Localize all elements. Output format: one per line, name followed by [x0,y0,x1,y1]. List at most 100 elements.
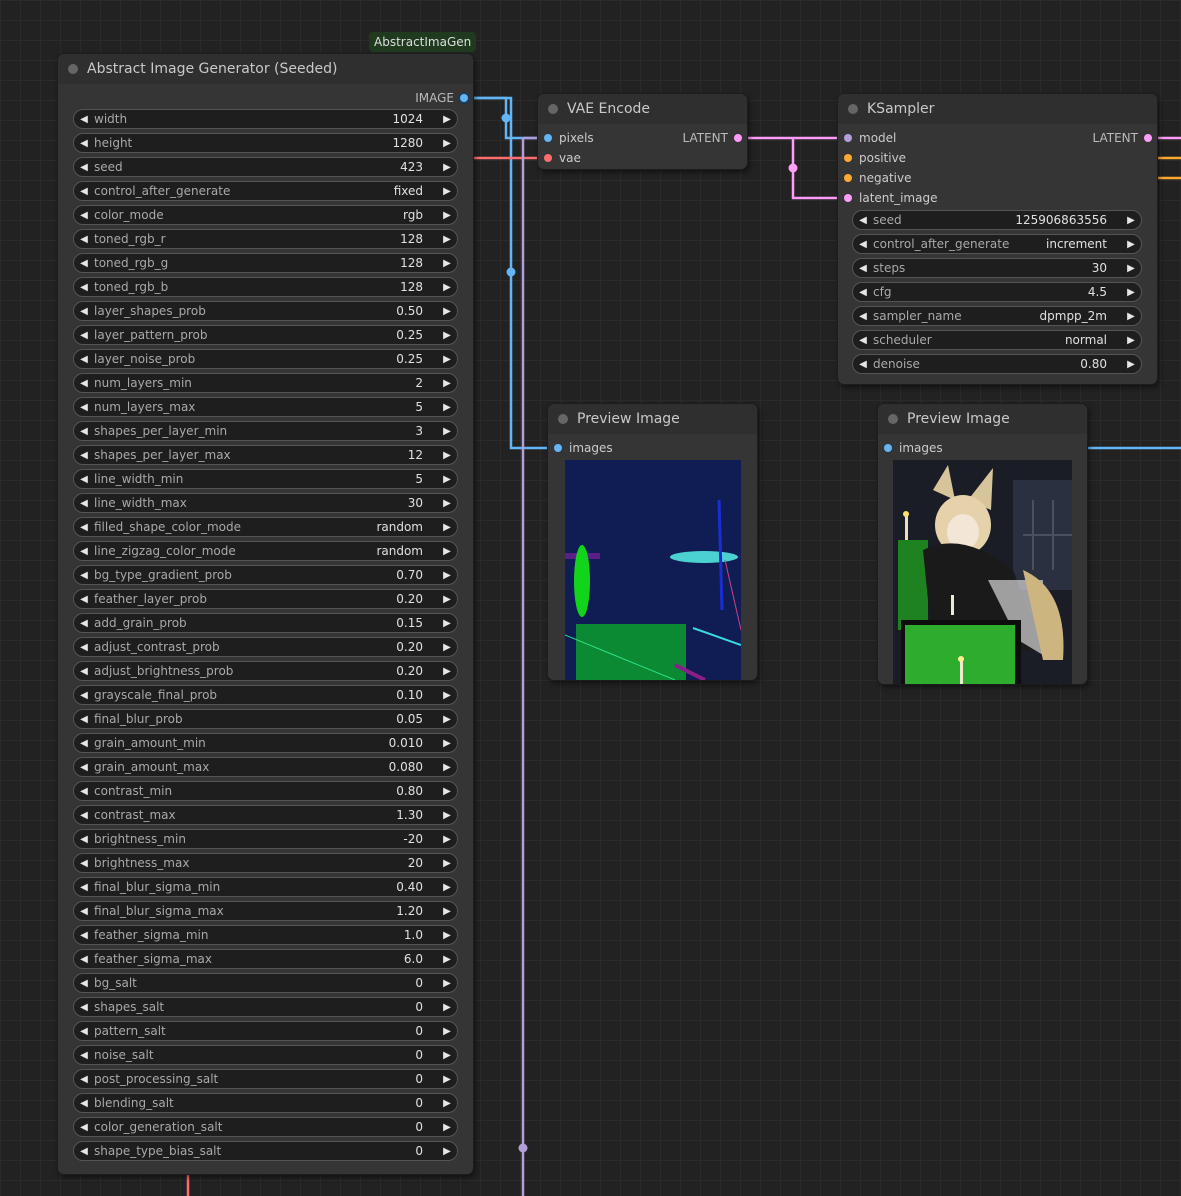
increment-arrow-icon[interactable]: ▶ [437,162,457,173]
widget-control-after-generate[interactable]: ◀ control_after_generate fixed ▶ [73,181,458,201]
widget-grain-amount-min[interactable]: ◀ grain_amount_min 0.010 ▶ [73,733,458,753]
increment-arrow-icon[interactable]: ▶ [437,210,457,221]
increment-arrow-icon[interactable]: ▶ [437,738,457,749]
negative-input-dot-icon[interactable] [844,174,852,182]
decrement-arrow-icon[interactable]: ◀ [74,906,94,917]
widget-value[interactable]: 0.25 [396,328,437,342]
widget-value[interactable]: 128 [400,232,437,246]
increment-arrow-icon[interactable]: ▶ [437,1026,457,1037]
ksampler-node[interactable]: KSampler model positive negative latent_ima… [838,94,1157,384]
increment-arrow-icon[interactable]: ▶ [437,474,457,485]
decrement-arrow-icon[interactable]: ◀ [74,642,94,653]
increment-arrow-icon[interactable]: ▶ [437,258,457,269]
widget-value[interactable]: 0.15 [396,616,437,630]
increment-arrow-icon[interactable]: ▶ [437,858,457,869]
increment-arrow-icon[interactable]: ▶ [437,834,457,845]
widget-width[interactable]: ◀ width 1024 ▶ [73,109,458,129]
decrement-arrow-icon[interactable]: ◀ [74,450,94,461]
decrement-arrow-icon[interactable]: ◀ [74,1026,94,1037]
decrement-arrow-icon[interactable]: ◀ [74,186,94,197]
widget-value[interactable]: 0.080 [389,760,437,774]
increment-arrow-icon[interactable]: ▶ [1121,359,1141,370]
increment-arrow-icon[interactable]: ▶ [437,1074,457,1085]
widget-control-after-generate[interactable]: ◀ control_after_generate increment ▶ [852,234,1142,254]
decrement-arrow-icon[interactable]: ◀ [74,834,94,845]
widget-value[interactable]: 5 [415,400,437,414]
input-slot-model[interactable]: model [844,128,896,148]
increment-arrow-icon[interactable]: ▶ [437,666,457,677]
widget-value[interactable]: 5 [415,472,437,486]
increment-arrow-icon[interactable]: ▶ [437,618,457,629]
decrement-arrow-icon[interactable]: ◀ [74,1098,94,1109]
decrement-arrow-icon[interactable]: ◀ [74,978,94,989]
node-header[interactable]: Preview Image [878,404,1087,434]
widget-value[interactable]: rgb [403,208,437,222]
widget-contrast-max[interactable]: ◀ contrast_max 1.30 ▶ [73,805,458,825]
increment-arrow-icon[interactable]: ▶ [437,786,457,797]
decrement-arrow-icon[interactable]: ◀ [853,215,873,226]
widget-value[interactable]: 0 [415,1000,437,1014]
widget-value[interactable]: 0.10 [396,688,437,702]
decrement-arrow-icon[interactable]: ◀ [74,306,94,317]
increment-arrow-icon[interactable]: ▶ [437,642,457,653]
decrement-arrow-icon[interactable]: ◀ [74,1050,94,1061]
widget-value[interactable]: 0 [415,1024,437,1038]
widget-brightness-min[interactable]: ◀ brightness_min -20 ▶ [73,829,458,849]
widget-value[interactable]: 30 [408,496,437,510]
widget-value[interactable]: 423 [400,160,437,174]
increment-arrow-icon[interactable]: ▶ [437,690,457,701]
decrement-arrow-icon[interactable]: ◀ [853,311,873,322]
decrement-arrow-icon[interactable]: ◀ [74,378,94,389]
widget-value[interactable]: 128 [400,280,437,294]
widget-grayscale-final-prob[interactable]: ◀ grayscale_final_prob 0.10 ▶ [73,685,458,705]
widget-value[interactable]: 0.05 [396,712,437,726]
widget-sampler-name[interactable]: ◀ sampler_name dpmpp_2m ▶ [852,306,1142,326]
widget-brightness-max[interactable]: ◀ brightness_max 20 ▶ [73,853,458,873]
widget-toned-rgb-b[interactable]: ◀ toned_rgb_b 128 ▶ [73,277,458,297]
output-slot-latent[interactable]: LATENT [683,128,742,148]
increment-arrow-icon[interactable]: ▶ [1121,335,1141,346]
widget-steps[interactable]: ◀ steps 30 ▶ [852,258,1142,278]
positive-input-dot-icon[interactable] [844,154,852,162]
widget-value[interactable]: 0 [415,1048,437,1062]
decrement-arrow-icon[interactable]: ◀ [74,1122,94,1133]
increment-arrow-icon[interactable]: ▶ [437,714,457,725]
increment-arrow-icon[interactable]: ▶ [437,810,457,821]
increment-arrow-icon[interactable]: ▶ [437,1002,457,1013]
decrement-arrow-icon[interactable]: ◀ [74,426,94,437]
increment-arrow-icon[interactable]: ▶ [437,354,457,365]
widget-value[interactable]: normal [1065,333,1121,347]
widget-value[interactable]: dpmpp_2m [1040,309,1121,323]
widget-value[interactable]: 3 [415,424,437,438]
images-input-dot-icon[interactable] [554,444,562,452]
widget-value[interactable]: 0.010 [389,736,437,750]
widget-value[interactable]: random [376,544,437,558]
widget-value[interactable]: 2 [415,376,437,390]
widget-pattern-salt[interactable]: ◀ pattern_salt 0 ▶ [73,1021,458,1041]
widget-final-blur-sigma-min[interactable]: ◀ final_blur_sigma_min 0.40 ▶ [73,877,458,897]
abstract-image-generator-node[interactable]: Abstract Image Generator (Seeded) IMAGE … [58,54,473,1174]
decrement-arrow-icon[interactable]: ◀ [74,522,94,533]
decrement-arrow-icon[interactable]: ◀ [74,810,94,821]
increment-arrow-icon[interactable]: ▶ [437,450,457,461]
vae-encode-node[interactable]: VAE Encode pixels vae LATENT [538,94,747,169]
widget-layer-shapes-prob[interactable]: ◀ layer_shapes_prob 0.50 ▶ [73,301,458,321]
increment-arrow-icon[interactable]: ▶ [1121,215,1141,226]
decrement-arrow-icon[interactable]: ◀ [74,618,94,629]
increment-arrow-icon[interactable]: ▶ [437,330,457,341]
decrement-arrow-icon[interactable]: ◀ [74,1074,94,1085]
increment-arrow-icon[interactable]: ▶ [437,762,457,773]
widget-num-layers-min[interactable]: ◀ num_layers_min 2 ▶ [73,373,458,393]
widget-value[interactable]: 0.20 [396,592,437,606]
preview-image-node-1[interactable]: Preview Image images [548,404,757,680]
decrement-arrow-icon[interactable]: ◀ [853,335,873,346]
increment-arrow-icon[interactable]: ▶ [437,234,457,245]
increment-arrow-icon[interactable]: ▶ [437,1146,457,1157]
input-slot-images[interactable]: images [884,438,943,458]
decrement-arrow-icon[interactable]: ◀ [74,474,94,485]
widget-line-zigzag-color-mode[interactable]: ◀ line_zigzag_color_mode random ▶ [73,541,458,561]
widget-value[interactable]: 0 [415,1072,437,1086]
widget-value[interactable]: increment [1046,237,1121,251]
widget-value[interactable]: 4.5 [1088,285,1121,299]
model-input-dot-icon[interactable] [844,134,852,142]
